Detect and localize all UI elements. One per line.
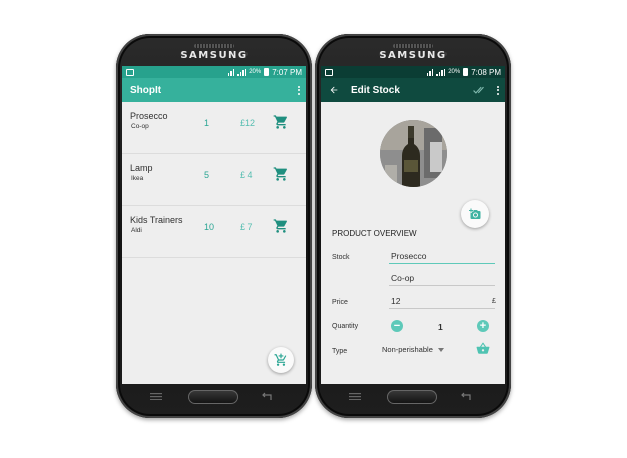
screen-shopping-list: 20% 7:07 PM ShopIt Prosecco Co-op 1 £12 … <box>122 66 306 384</box>
app-title: ShopIt <box>130 84 162 96</box>
item-price: £ 7 <box>240 222 253 232</box>
add-to-cart-fab[interactable] <box>268 347 294 373</box>
item-name: Kids Trainers <box>130 215 183 225</box>
item-store: Aldi <box>131 227 142 234</box>
price-underline <box>389 308 495 309</box>
menu-key-icon[interactable] <box>150 393 162 400</box>
dropdown-arrow-icon <box>437 347 444 352</box>
phone-right: SAMSUNG 20% 7:08 PM Edit Stock PRODUCT O… <box>315 34 511 418</box>
add-to-cart-icon <box>274 353 287 366</box>
cart-icon[interactable] <box>273 218 289 234</box>
wifi-icon <box>426 68 434 76</box>
item-name: Lamp <box>130 163 153 173</box>
earpiece-speaker <box>393 44 433 48</box>
wifi-icon <box>227 68 235 76</box>
quantity-value: 1 <box>438 322 443 332</box>
quantity-label: Quantity <box>332 323 359 330</box>
add-photo-button[interactable] <box>461 200 489 228</box>
home-button[interactable] <box>188 390 238 404</box>
item-price: £12 <box>240 118 256 128</box>
arrow-back-icon[interactable] <box>329 85 339 95</box>
battery-percent: 20% <box>249 69 262 75</box>
price-label: Price <box>332 299 348 306</box>
earpiece-speaker <box>194 44 234 48</box>
add-photo-icon <box>469 208 481 219</box>
quantity-decrement-button[interactable]: − <box>391 320 403 332</box>
item-price: £ 4 <box>240 170 253 180</box>
overflow-menu-icon[interactable] <box>497 85 499 95</box>
stock-label: Stock <box>332 254 350 261</box>
list-item[interactable]: Lamp Ikea 5 £ 4 <box>122 154 306 206</box>
type-dropdown[interactable]: Non-perishable <box>382 345 444 354</box>
overflow-menu-icon[interactable] <box>298 85 300 95</box>
double-check-icon[interactable] <box>473 85 487 95</box>
brand-logo: SAMSUNG <box>379 50 447 61</box>
list-item[interactable]: Kids Trainers Aldi 10 £ 7 <box>122 206 306 258</box>
item-quantity: 5 <box>204 170 210 180</box>
status-time: 7:07 PM <box>272 67 302 77</box>
item-store: Co-op <box>131 123 149 130</box>
prosecco-bottle-image <box>380 120 447 187</box>
product-photo[interactable] <box>380 120 447 187</box>
item-name: Prosecco <box>130 111 168 121</box>
battery-percent: 20% <box>448 69 461 75</box>
menu-key-icon[interactable] <box>349 393 361 400</box>
item-store: Ikea <box>131 175 144 182</box>
battery-icon <box>463 68 469 76</box>
app-title: Edit Stock <box>351 84 400 96</box>
type-selected-value: Non-perishable <box>382 345 433 354</box>
shopping-list: Prosecco Co-op 1 £12 Lamp Ikea 5 £ 4 Kid… <box>122 102 306 258</box>
screen-edit-stock: 20% 7:08 PM Edit Stock PRODUCT OVERVIEW … <box>321 66 505 384</box>
store-input[interactable]: Co-op <box>391 273 414 283</box>
status-bar: 20% 7:08 PM <box>321 66 505 78</box>
signal-icon <box>237 68 247 76</box>
list-item[interactable]: Prosecco Co-op 1 £12 <box>122 102 306 154</box>
item-quantity: 10 <box>204 222 215 232</box>
notification-icon <box>325 68 333 76</box>
stock-name-underline <box>389 263 495 264</box>
cart-icon[interactable] <box>273 166 289 182</box>
battery-icon <box>264 68 270 76</box>
basket-icon[interactable] <box>476 342 490 355</box>
app-bar: ShopIt <box>122 78 306 102</box>
quantity-increment-button[interactable]: + <box>477 320 489 332</box>
store-underline <box>389 285 495 286</box>
item-quantity: 1 <box>204 118 210 128</box>
status-time: 7:08 PM <box>471 67 501 77</box>
hardware-nav <box>116 386 312 418</box>
back-key-icon[interactable] <box>261 392 273 401</box>
notification-icon <box>126 68 134 76</box>
cart-icon[interactable] <box>273 114 289 130</box>
signal-icon <box>436 68 446 76</box>
brand-logo: SAMSUNG <box>180 50 248 61</box>
currency-symbol: £ <box>492 298 496 305</box>
price-input[interactable]: 12 <box>391 296 400 306</box>
home-button[interactable] <box>387 390 437 404</box>
app-bar: Edit Stock <box>321 78 505 102</box>
type-label: Type <box>332 348 348 355</box>
section-title: PRODUCT OVERVIEW <box>332 229 417 238</box>
status-bar: 20% 7:07 PM <box>122 66 306 78</box>
hardware-nav <box>315 386 511 418</box>
stock-name-input[interactable]: Prosecco <box>391 251 426 261</box>
back-key-icon[interactable] <box>460 392 472 401</box>
phone-left: SAMSUNG 20% 7:07 PM ShopIt Prosecco Co-o… <box>116 34 312 418</box>
